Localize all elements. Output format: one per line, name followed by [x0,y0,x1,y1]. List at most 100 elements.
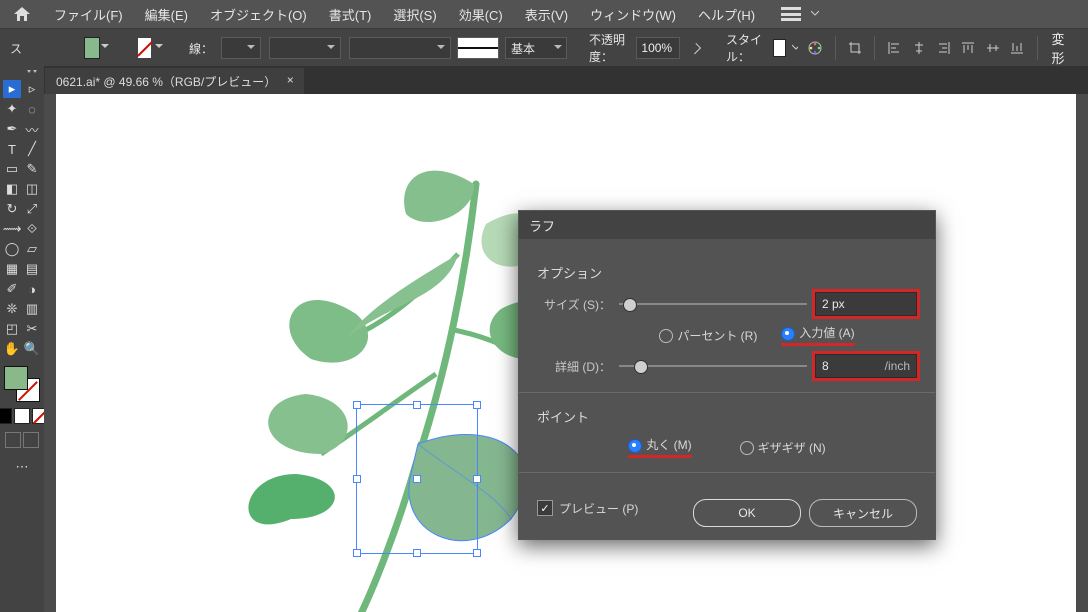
artboard-tool-icon[interactable]: ◰ [3,320,21,338]
perspective-tool-icon[interactable]: ▱ [23,240,41,258]
zoom-tool-icon[interactable]: 🔍 [23,340,41,358]
arrange-icon[interactable] [781,7,801,21]
width-tool-icon[interactable]: ⟿ [3,220,21,238]
context-label: ス [10,40,31,57]
chevron-down-icon[interactable] [792,44,798,52]
cancel-button[interactable]: キャンセル [809,499,917,527]
tab-bar: 0621.ai* @ 49.66 %（RGB/プレビュー） × [44,66,1088,94]
chevron-down-icon[interactable] [811,10,819,18]
stroke-weight-select[interactable] [221,37,261,59]
chevron-right-icon[interactable] [689,43,700,54]
mesh-tool-icon[interactable]: ▦ [3,260,21,278]
stroke-swatch[interactable] [138,38,152,58]
line-tool-icon[interactable]: ╱ [23,140,41,158]
color-swatches[interactable] [4,366,40,402]
detail-unit: /inch [885,359,910,373]
menu-edit[interactable]: 編集(E) [137,1,196,28]
menu-help[interactable]: ヘルプ(H) [690,1,763,28]
recolor-icon[interactable] [804,36,827,60]
menu-object[interactable]: オブジェクト(O) [202,1,315,28]
magic-wand-icon[interactable]: ✦ [3,100,21,118]
opacity-value: 100% [641,41,672,55]
align-top-icon[interactable] [957,36,980,60]
full-screen-icon[interactable] [23,432,39,448]
size-slider[interactable] [619,296,807,312]
style-label: スタイル： [726,31,767,65]
dialog-titlebar[interactable]: ラフ [519,211,935,239]
menu-file[interactable]: ファイル(F) [46,1,131,28]
size-label: サイズ (S)： [537,296,611,313]
curvature-tool-icon[interactable]: 〰 [23,120,41,138]
symbol-sprayer-icon[interactable]: ❊ [3,300,21,318]
toolbox: ▸▹ ✦◌ ✒〰 T╱ ▭✎ ◧◫ ↻⤢ ⟿⟐ ◯▱ ▦▤ ✐◑ ❊▥ ◰✂ ✋… [0,66,45,612]
point-heading: ポイント [537,407,917,426]
flyout-icon[interactable] [27,70,37,76]
fill-color-icon[interactable] [4,366,28,390]
absolute-radio[interactable]: 入力値 (A) [781,324,854,346]
screen-modes [5,432,39,448]
rotate-tool-icon[interactable]: ↻ [3,200,21,218]
menu-select[interactable]: 選択(S) [385,1,444,28]
direct-selection-tool-icon[interactable]: ▹ [23,80,41,98]
rectangle-tool-icon[interactable]: ▭ [3,160,21,178]
gradient-mode-icon[interactable] [14,408,30,424]
align-bottom-icon[interactable] [1006,36,1029,60]
home-icon[interactable] [4,0,40,28]
document-tab[interactable]: 0621.ai* @ 49.66 %（RGB/プレビュー） × [44,68,304,94]
pen-tool-icon[interactable]: ✒ [3,120,21,138]
menu-type[interactable]: 書式(T) [321,1,380,28]
eraser-tool-icon[interactable]: ◫ [23,180,41,198]
edit-toolbar-icon[interactable]: ⋯ [13,458,31,476]
detail-slider[interactable] [619,358,807,374]
menu-bar: ファイル(F) 編集(E) オブジェクト(O) 書式(T) 選択(S) 効果(C… [0,0,1088,28]
type-tool-icon[interactable]: T [3,140,21,158]
shape-builder-icon[interactable]: ◯ [3,240,21,258]
detail-label: 詳細 (D)： [537,358,611,375]
fill-swatch[interactable] [84,37,100,59]
lasso-tool-icon[interactable]: ◌ [23,100,41,118]
graph-tool-icon[interactable]: ▥ [23,300,41,318]
preview-label: プレビュー (P) [559,500,638,517]
align-left-icon[interactable] [883,36,906,60]
brush-select[interactable] [349,37,451,59]
smooth-label: 丸く (M) [646,438,691,452]
profile-preview[interactable] [457,37,499,59]
selection-tool-icon[interactable]: ▸ [3,80,21,98]
opacity-field[interactable]: 100% [636,37,679,59]
preview-checkbox[interactable]: ✓プレビュー (P) [537,500,638,517]
menu-view[interactable]: 表示(V) [517,1,576,28]
profile-select[interactable]: 基本 [505,37,567,59]
corner-radio[interactable]: ギザギザ (N) [740,439,826,456]
paintbrush-tool-icon[interactable]: ✎ [23,160,41,178]
scale-tool-icon[interactable]: ⤢ [23,200,41,218]
normal-screen-icon[interactable] [5,432,21,448]
tab-title: 0621.ai* @ 49.66 %（RGB/プレビュー） [56,73,276,90]
detail-field[interactable]: 8 /inch [815,354,917,378]
close-icon[interactable]: × [284,74,296,86]
menu-window[interactable]: ウィンドウ(W) [582,1,684,28]
hand-tool-icon[interactable]: ✋ [3,340,21,358]
corner-label: ギザギザ (N) [758,441,826,455]
menu-effect[interactable]: 効果(C) [451,1,511,28]
stroke-variable-select[interactable] [269,37,341,59]
free-transform-icon[interactable]: ⟐ [23,220,41,238]
blend-tool-icon[interactable]: ◑ [23,280,41,298]
opacity-label: 不透明度： [589,31,630,65]
color-mode-icon[interactable] [0,408,12,424]
percent-radio[interactable]: パーセント (R) [659,327,757,344]
shaper-tool-icon[interactable]: ◧ [3,180,21,198]
draw-modes [0,408,48,424]
size-field[interactable]: 2 px [815,292,917,316]
style-swatch[interactable] [773,39,786,57]
ok-button[interactable]: OK [693,499,801,527]
gradient-tool-icon[interactable]: ▤ [23,260,41,278]
align-right-icon[interactable] [932,36,955,60]
crop-icon[interactable] [844,36,867,60]
absolute-label: 入力値 (A) [799,326,854,340]
align-hcenter-icon[interactable] [908,36,931,60]
slice-tool-icon[interactable]: ✂ [23,320,41,338]
smooth-radio[interactable]: 丸く (M) [628,436,691,458]
eyedropper-tool-icon[interactable]: ✐ [3,280,21,298]
align-vcenter-icon[interactable] [981,36,1004,60]
transform-button[interactable]: 変形 [1046,27,1082,69]
